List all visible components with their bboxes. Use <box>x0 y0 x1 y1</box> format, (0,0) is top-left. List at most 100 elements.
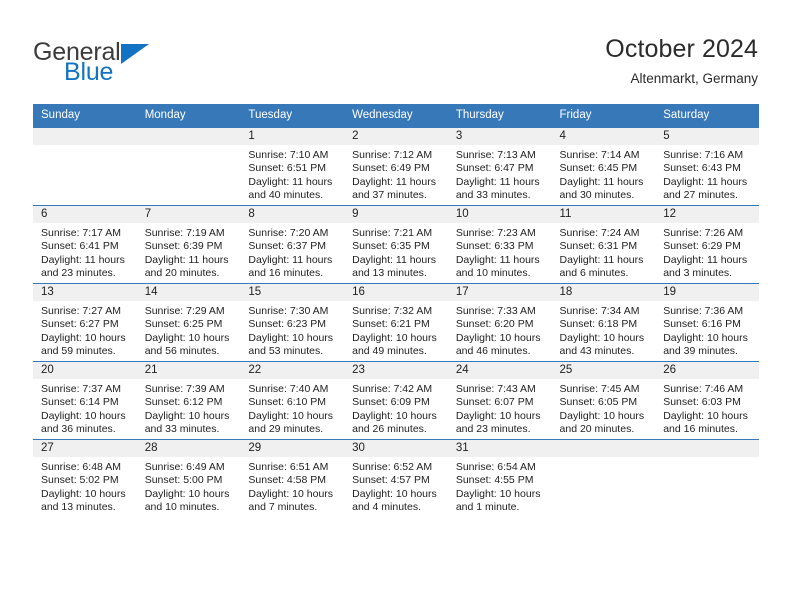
daylight-duration-line1: Daylight: 11 hours <box>352 253 436 266</box>
sunrise-time: Sunrise: 6:48 AM <box>41 461 121 473</box>
sunset-time: Sunset: 4:57 PM <box>352 474 430 487</box>
day-details: Sunrise: 7:29 AM Sunset: 6:25 PM Daylight:… <box>137 301 241 359</box>
calendar-day-cell[interactable]: 12 Sunrise: 7:26 AM Sunset: 6:29 PM Dayligh… <box>655 205 759 284</box>
sunset-time: Sunset: 6:09 PM <box>352 396 430 409</box>
sunset-time: Sunset: 6:05 PM <box>559 396 638 409</box>
day-number: 5 <box>655 128 759 145</box>
daylight-duration-line2: and 37 minutes. <box>352 189 427 202</box>
calendar-day-cell[interactable]: 1 Sunrise: 7:10 AM Sunset: 6:51 PM Daylight… <box>240 127 345 206</box>
sunrise-time: Sunrise: 6:49 AM <box>144 461 225 473</box>
calendar-day-cell[interactable]: 23 Sunrise: 7:42 AM Sunset: 6:09 PM Dayligh… <box>344 361 448 440</box>
day-details: Sunrise: 7:46 AM Sunset: 6:03 PM Daylight:… <box>655 379 759 437</box>
daylight-duration-line2: and 26 minutes. <box>352 423 427 436</box>
calendar-day-cell[interactable]: 22 Sunrise: 7:40 AM Sunset: 6:10 PM Dayligh… <box>240 361 345 440</box>
sunrise-time: Sunrise: 7:14 AM <box>559 149 640 161</box>
daylight-duration-line2: and 10 minutes. <box>455 267 531 280</box>
daylight-duration-line2: and 13 minutes. <box>352 267 427 280</box>
calendar-day-cell[interactable]: 18 Sunrise: 7:34 AM Sunset: 6:18 PM Dayligh… <box>551 283 656 362</box>
calendar-day-cell[interactable]: 26 Sunrise: 7:46 AM Sunset: 6:03 PM Dayligh… <box>655 361 759 440</box>
calendar-page: General Blue October 2024 Altenmarkt, Ge… <box>0 0 792 612</box>
daylight-duration-line2: and 13 minutes. <box>41 501 116 514</box>
day-details: Sunrise: 7:32 AM Sunset: 6:21 PM Daylight:… <box>344 301 448 359</box>
day-number <box>136 128 241 145</box>
daylight-duration-line2: and 59 minutes. <box>41 345 116 358</box>
day-details: Sunrise: 7:37 AM Sunset: 6:14 PM Daylight:… <box>33 379 137 437</box>
daylight-duration-line1: Daylight: 10 hours <box>455 409 541 422</box>
sunrise-time: Sunrise: 7:16 AM <box>663 149 744 161</box>
day-number: 25 <box>551 362 656 379</box>
calendar-day-cell[interactable]: 11 Sunrise: 7:24 AM Sunset: 6:31 PM Dayligh… <box>551 205 656 284</box>
sunrise-time: Sunrise: 6:52 AM <box>352 461 433 473</box>
calendar-day-cell[interactable]: 3 Sunrise: 7:13 AM Sunset: 6:47 PM Daylight… <box>447 127 552 206</box>
calendar-day-cell[interactable]: 24 Sunrise: 7:43 AM Sunset: 6:07 PM Dayligh… <box>447 361 552 440</box>
sunrise-time: Sunrise: 7:32 AM <box>352 305 433 317</box>
calendar-wrapper: Sunday Monday Tuesday Wednesday Thursday Frid… <box>0 104 792 518</box>
calendar-day-cell[interactable]: 21 Sunrise: 7:39 AM Sunset: 6:12 PM Dayligh… <box>136 361 241 440</box>
sunrise-time: Sunrise: 7:34 AM <box>559 305 640 317</box>
calendar-week-row: 1 Sunrise: 7:10 AM Sunset: 6:51 PM Daylight… <box>33 127 759 206</box>
calendar-cell-empty <box>136 127 241 206</box>
calendar-day-cell[interactable]: 5 Sunrise: 7:16 AM Sunset: 6:43 PM Daylight… <box>655 127 759 206</box>
day-number: 7 <box>136 206 241 223</box>
calendar-day-cell[interactable]: 31 Sunrise: 6:54 AM Sunset: 4:55 PM Dayligh… <box>447 439 552 518</box>
calendar-day-cell[interactable]: 17 Sunrise: 7:33 AM Sunset: 6:20 PM Dayligh… <box>447 283 552 362</box>
sunset-time: Sunset: 6:23 PM <box>248 318 327 331</box>
day-number: 11 <box>551 206 656 223</box>
daylight-duration-line1: Daylight: 11 hours <box>559 253 644 266</box>
page-title: October 2024 <box>605 35 758 63</box>
day-number: 8 <box>240 206 345 223</box>
day-number: 28 <box>136 440 241 457</box>
calendar-day-cell[interactable]: 9 Sunrise: 7:21 AM Sunset: 6:35 PM Daylight… <box>344 205 448 284</box>
calendar-day-cell[interactable]: 2 Sunrise: 7:12 AM Sunset: 6:49 PM Daylight… <box>344 127 448 206</box>
daylight-duration-line1: Daylight: 10 hours <box>248 487 334 500</box>
calendar-day-cell[interactable]: 19 Sunrise: 7:36 AM Sunset: 6:16 PM Dayligh… <box>655 283 759 362</box>
day-number: 20 <box>33 362 137 379</box>
general-blue-logo[interactable]: General Blue <box>33 30 183 86</box>
calendar-day-cell[interactable]: 30 Sunrise: 6:52 AM Sunset: 4:57 PM Dayligh… <box>344 439 448 518</box>
sunrise-time: Sunrise: 7:39 AM <box>144 383 225 395</box>
day-details: Sunrise: 6:48 AM Sunset: 5:02 PM Daylight:… <box>33 457 137 515</box>
calendar-day-cell[interactable]: 15 Sunrise: 7:30 AM Sunset: 6:23 PM Dayligh… <box>240 283 345 362</box>
daylight-duration-line2: and 23 minutes. <box>41 267 116 280</box>
daylight-duration-line2: and 36 minutes. <box>41 423 116 436</box>
page-subtitle: Altenmarkt, Germany <box>630 71 758 86</box>
calendar-day-cell[interactable]: 10 Sunrise: 7:23 AM Sunset: 6:33 PM Dayligh… <box>447 205 552 284</box>
daylight-duration-line2: and 40 minutes. <box>248 189 324 202</box>
day-number <box>655 440 759 457</box>
day-number: 3 <box>447 128 552 145</box>
sunset-time: Sunset: 6:33 PM <box>455 240 534 253</box>
day-number: 26 <box>655 362 759 379</box>
calendar-day-cell[interactable]: 8 Sunrise: 7:20 AM Sunset: 6:37 PM Daylight… <box>240 205 345 284</box>
day-details: Sunrise: 7:26 AM Sunset: 6:29 PM Daylight:… <box>655 223 759 281</box>
day-details: Sunrise: 7:23 AM Sunset: 6:33 PM Daylight:… <box>448 223 552 281</box>
calendar-day-cell[interactable]: 13 Sunrise: 7:27 AM Sunset: 6:27 PM Dayligh… <box>33 283 137 362</box>
daylight-duration-line2: and 3 minutes. <box>663 267 733 280</box>
calendar-day-cell[interactable]: 25 Sunrise: 7:45 AM Sunset: 6:05 PM Dayligh… <box>551 361 656 440</box>
calendar-day-cell[interactable]: 28 Sunrise: 6:49 AM Sunset: 5:00 PM Dayligh… <box>136 439 241 518</box>
calendar-day-cell[interactable]: 7 Sunrise: 7:19 AM Sunset: 6:39 PM Daylight… <box>136 205 241 284</box>
calendar-day-cell[interactable]: 29 Sunrise: 6:51 AM Sunset: 4:58 PM Dayligh… <box>240 439 345 518</box>
sunset-time: Sunset: 6:20 PM <box>455 318 534 331</box>
calendar-cell-empty <box>655 439 759 518</box>
sunrise-time: Sunrise: 6:51 AM <box>248 461 329 473</box>
sunset-time: Sunset: 6:29 PM <box>663 240 741 253</box>
day-number: 23 <box>344 362 448 379</box>
title-block: October 2024 Altenmarkt, Germany <box>605 30 758 87</box>
day-details: Sunrise: 7:45 AM Sunset: 6:05 PM Daylight:… <box>552 379 656 437</box>
day-number <box>551 440 656 457</box>
day-details: Sunrise: 7:40 AM Sunset: 6:10 PM Daylight:… <box>240 379 344 437</box>
calendar-day-cell[interactable]: 27 Sunrise: 6:48 AM Sunset: 5:02 PM Dayligh… <box>33 439 137 518</box>
day-number <box>33 128 137 145</box>
calendar-day-cell[interactable]: 14 Sunrise: 7:29 AM Sunset: 6:25 PM Dayligh… <box>136 283 241 362</box>
calendar-day-cell[interactable]: 20 Sunrise: 7:37 AM Sunset: 6:14 PM Dayligh… <box>33 361 137 440</box>
calendar-day-cell[interactable]: 16 Sunrise: 7:32 AM Sunset: 6:21 PM Dayligh… <box>344 283 448 362</box>
day-number: 2 <box>344 128 448 145</box>
daylight-duration-line1: Daylight: 10 hours <box>663 331 748 344</box>
daylight-duration-line1: Daylight: 10 hours <box>455 331 541 344</box>
calendar-day-cell[interactable]: 4 Sunrise: 7:14 AM Sunset: 6:45 PM Daylight… <box>551 127 656 206</box>
daylight-duration-line1: Daylight: 10 hours <box>663 409 748 422</box>
day-number: 21 <box>136 362 241 379</box>
calendar-day-cell[interactable]: 6 Sunrise: 7:17 AM Sunset: 6:41 PM Daylight… <box>33 205 137 284</box>
day-details <box>33 145 137 149</box>
daylight-duration-line1: Daylight: 10 hours <box>248 409 334 422</box>
